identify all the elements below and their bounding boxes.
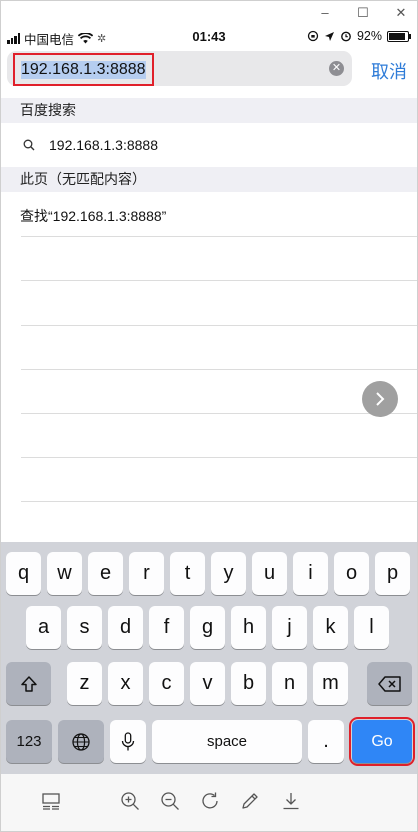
globe-icon <box>72 732 90 751</box>
url-text: 192.168.1.3:8888 <box>21 60 146 79</box>
section-header-baidu: 百度搜索 <box>1 98 417 123</box>
key-i[interactable]: i <box>293 552 328 595</box>
zoom-in-icon[interactable] <box>119 790 141 812</box>
find-on-page-text: 查找“192.168.1.3:8888” <box>20 208 167 224</box>
key-q[interactable]: q <box>6 552 41 595</box>
key-r[interactable]: r <box>129 552 164 595</box>
location-icon <box>324 31 334 41</box>
key-l[interactable]: l <box>354 606 389 649</box>
battery-icon <box>387 30 411 42</box>
space-key[interactable]: space <box>152 720 302 763</box>
key-n[interactable]: n <box>272 662 307 705</box>
key-z[interactable]: z <box>67 662 102 705</box>
maximize-icon[interactable]: ☐ <box>357 5 369 21</box>
rotate-icon[interactable] <box>199 790 221 812</box>
layout-icon[interactable] <box>40 790 62 812</box>
numbers-key[interactable]: 123 <box>6 720 52 763</box>
divider <box>21 501 417 502</box>
backspace-key[interactable] <box>367 662 412 705</box>
clear-icon[interactable]: ✕ <box>329 61 344 76</box>
baidu-suggestion-text: 192.168.1.3:8888 <box>49 137 158 153</box>
baidu-suggestion-row[interactable]: 192.168.1.3:8888 <box>1 123 417 167</box>
cancel-button[interactable]: 取消 <box>371 58 407 84</box>
minimize-icon[interactable]: – <box>319 5 331 21</box>
key-d[interactable]: d <box>108 606 143 649</box>
divider <box>21 369 417 370</box>
close-icon[interactable]: ✕ <box>395 5 407 21</box>
alarm-icon <box>341 31 351 42</box>
find-on-page-row[interactable]: 查找“192.168.1.3:8888” <box>1 192 417 236</box>
microphone-icon <box>121 731 135 750</box>
keyboard: q w e r t y u i o p a s d f g h j k l z … <box>1 542 417 774</box>
key-o[interactable]: o <box>334 552 369 595</box>
key-f[interactable]: f <box>149 606 184 649</box>
bottom-toolbar <box>1 774 417 831</box>
key-y[interactable]: y <box>211 552 246 595</box>
section-header-page: 此页（无匹配内容） <box>1 167 417 192</box>
download-icon[interactable] <box>280 790 302 812</box>
go-key[interactable]: Go <box>349 717 415 766</box>
address-bar[interactable]: 192.168.1.3:8888 ✕ <box>7 51 352 86</box>
microphone-key[interactable] <box>110 720 146 763</box>
period-key[interactable]: . <box>308 720 344 763</box>
key-w[interactable]: w <box>47 552 82 595</box>
divider <box>21 325 417 326</box>
shift-key[interactable] <box>6 662 51 705</box>
phone-screen: – ☐ ✕ 中国电信 ✲ 01:43 92% 192.168.1.3:8888 … <box>0 0 418 832</box>
zoom-out-icon[interactable] <box>159 790 181 812</box>
key-x[interactable]: x <box>108 662 143 705</box>
key-s[interactable]: s <box>67 606 102 649</box>
shift-icon <box>20 675 37 692</box>
key-j[interactable]: j <box>272 606 307 649</box>
globe-key[interactable] <box>58 720 104 763</box>
key-e[interactable]: e <box>88 552 123 595</box>
key-u[interactable]: u <box>252 552 287 595</box>
key-m[interactable]: m <box>313 662 348 705</box>
status-bar: 中国电信 ✲ 01:43 92% <box>1 27 417 47</box>
divider <box>21 280 417 281</box>
key-b[interactable]: b <box>231 662 266 705</box>
key-c[interactable]: c <box>149 662 184 705</box>
key-a[interactable]: a <box>26 606 61 649</box>
key-v[interactable]: v <box>190 662 225 705</box>
url-input[interactable]: 192.168.1.3:8888 <box>13 53 154 86</box>
key-p[interactable]: p <box>375 552 410 595</box>
divider <box>21 413 417 414</box>
key-h[interactable]: h <box>231 606 266 649</box>
key-t[interactable]: t <box>170 552 205 595</box>
divider <box>21 457 417 458</box>
battery-percent: 92% <box>356 29 382 43</box>
chevron-right-icon <box>376 392 385 406</box>
key-g[interactable]: g <box>190 606 225 649</box>
lock-rotation-icon <box>307 30 319 42</box>
window-controls: – ☐ ✕ <box>319 5 407 21</box>
backspace-icon <box>377 675 401 692</box>
divider <box>21 236 417 237</box>
key-k[interactable]: k <box>313 606 348 649</box>
search-icon <box>23 139 35 151</box>
forward-arrow-button[interactable] <box>362 381 398 417</box>
edit-icon[interactable] <box>239 790 261 812</box>
